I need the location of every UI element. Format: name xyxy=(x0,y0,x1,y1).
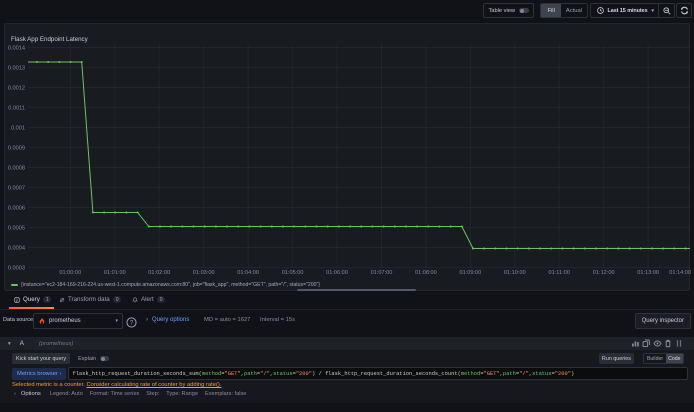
svg-text:0.0005: 0.0005 xyxy=(8,226,25,232)
svg-text:01:07:00: 01:07:00 xyxy=(371,270,393,276)
svg-text:01:05:00: 01:05:00 xyxy=(282,270,304,276)
svg-text:0.0013: 0.0013 xyxy=(8,66,25,72)
svg-text:0.0003: 0.0003 xyxy=(8,266,25,272)
svg-text:0.0004: 0.0004 xyxy=(8,246,25,252)
svg-text:01:02:00: 01:02:00 xyxy=(148,270,170,276)
svg-text:0.0009: 0.0009 xyxy=(8,146,25,152)
svg-text:01:06:00: 01:06:00 xyxy=(326,270,348,276)
svg-text:0.0012: 0.0012 xyxy=(8,86,25,92)
svg-text:01:04:00: 01:04:00 xyxy=(237,270,259,276)
svg-text:01:09:00: 01:09:00 xyxy=(460,270,482,276)
svg-text:01:03:00: 01:03:00 xyxy=(193,270,215,276)
svg-text:0.0007: 0.0007 xyxy=(8,186,25,192)
svg-text:0.001: 0.001 xyxy=(11,126,25,132)
svg-text:01:12:00: 01:12:00 xyxy=(593,270,615,276)
svg-text:0.0014: 0.0014 xyxy=(8,46,25,52)
svg-text:01:10:00: 01:10:00 xyxy=(504,270,526,276)
svg-text:01:14:00: 01:14:00 xyxy=(669,270,691,276)
svg-text:0.0006: 0.0006 xyxy=(8,206,25,212)
svg-text:0.0011: 0.0011 xyxy=(8,106,25,112)
svg-text:01:01:00: 01:01:00 xyxy=(104,270,126,276)
svg-text:01:11:00: 01:11:00 xyxy=(549,270,570,276)
svg-text:0.0008: 0.0008 xyxy=(8,166,25,172)
svg-text:01:08:00: 01:08:00 xyxy=(415,270,437,276)
svg-text:01:00:00: 01:00:00 xyxy=(59,270,81,276)
svg-text:01:13:00: 01:13:00 xyxy=(637,270,659,276)
svg-text:?: ? xyxy=(130,320,134,327)
